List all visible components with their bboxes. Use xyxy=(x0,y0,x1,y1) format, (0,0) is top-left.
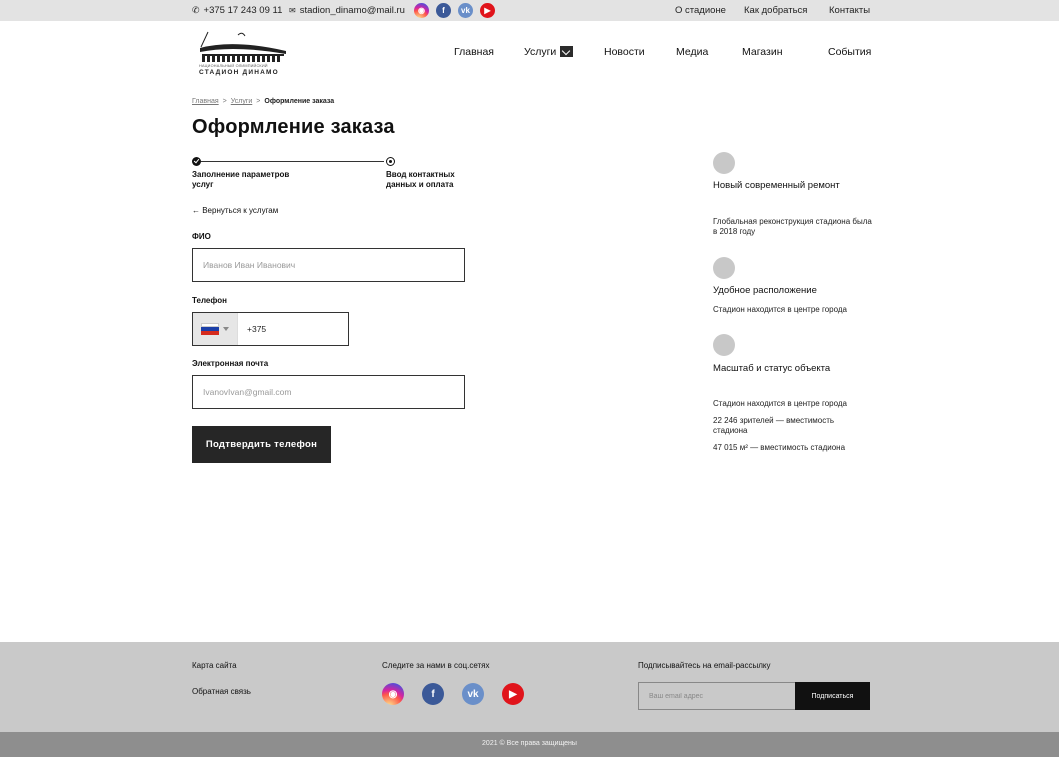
step-progress-line xyxy=(201,161,384,162)
nav-shop[interactable]: Магазин xyxy=(742,46,783,58)
nav-services-label: Услуги xyxy=(524,46,557,58)
top-social-links: ◉ f vk ▶ xyxy=(414,3,495,18)
nav-media[interactable]: Медиа xyxy=(676,46,708,58)
step-2-label: Ввод контактных данных и оплата xyxy=(386,170,455,189)
step-1-label[interactable]: Заполнение параметров услуг xyxy=(192,170,302,189)
email-field-wrapper xyxy=(192,375,465,409)
vk-icon[interactable]: vk xyxy=(462,683,484,705)
facebook-icon[interactable]: f xyxy=(436,3,451,18)
phone-icon: ✆ xyxy=(192,5,200,15)
nav-news[interactable]: Новости xyxy=(604,46,645,58)
logo-name: СТАДИОН ДИНАМО xyxy=(199,69,279,76)
russia-flag-icon xyxy=(201,323,219,335)
newsletter-email-input[interactable] xyxy=(639,683,795,709)
phone-field-wrapper xyxy=(192,312,349,346)
copyright-text: 2021 © Все права защищены xyxy=(482,740,577,747)
feature-text: Стадион находится в центре города xyxy=(713,305,847,314)
feature-text: 22 246 зрителей — вместимость стадиона xyxy=(713,416,835,435)
breadcrumb: Главная > Услуги > Оформление заказа xyxy=(192,98,334,105)
breadcrumb-current: Оформление заказа xyxy=(264,98,335,105)
email-label: Электронная почта xyxy=(192,359,269,368)
fio-label: ФИО xyxy=(192,232,211,241)
footer-sitemap-link[interactable]: Карта сайта xyxy=(192,661,237,670)
feature-icon-circle xyxy=(713,152,735,174)
youtube-icon[interactable]: ▶ xyxy=(480,3,495,18)
mail-icon: ✉ xyxy=(289,6,296,15)
feature-text: Стадион находится в центре города xyxy=(713,399,847,408)
feature-icon-circle xyxy=(713,334,735,356)
feature-icon-circle xyxy=(713,257,735,279)
email-input[interactable] xyxy=(193,376,464,408)
nav-services[interactable]: Услуги xyxy=(524,45,574,58)
fio-input[interactable] xyxy=(193,249,464,281)
fio-field-wrapper xyxy=(192,248,465,282)
phone-contact[interactable]: ✆ +375 17 243 09 11 xyxy=(192,5,282,16)
phone-label: Телефон xyxy=(192,296,227,305)
newsletter-email-wrapper xyxy=(638,682,796,710)
instagram-icon[interactable]: ◉ xyxy=(414,3,429,18)
feature-title: Удобное расположение xyxy=(713,285,817,296)
link-contacts[interactable]: Контакты xyxy=(829,5,870,16)
vk-icon[interactable]: vk xyxy=(458,3,473,18)
facebook-icon[interactable]: f xyxy=(422,683,444,705)
caret-down-icon xyxy=(223,327,229,331)
phone-number: +375 17 243 09 11 xyxy=(203,5,283,16)
step-active-radio-icon xyxy=(386,157,395,166)
chevron-down-icon[interactable] xyxy=(560,45,574,57)
feature-title: Масштаб и статус объекта xyxy=(713,363,831,374)
feature-text: Глобальная реконструкция стадиона была в… xyxy=(713,217,872,236)
top-bar: ✆ +375 17 243 09 11 ✉ stadion_dinamo@mai… xyxy=(0,0,1059,21)
subscribe-button[interactable]: Подписаться xyxy=(795,682,870,710)
email-address: stadion_dinamo@mail.ru xyxy=(299,5,405,16)
page-title: Оформление заказа xyxy=(192,116,395,138)
instagram-icon[interactable]: ◉ xyxy=(382,683,404,705)
breadcrumb-separator: > xyxy=(256,98,261,105)
breadcrumb-separator: > xyxy=(222,98,227,105)
breadcrumb-services[interactable]: Услуги xyxy=(231,98,253,105)
phone-input[interactable] xyxy=(238,313,348,345)
nav-home[interactable]: Главная xyxy=(454,46,494,58)
logo-subtitle: НАЦИОНАЛЬНЫЙ ОЛИМПИЙСКИЙ xyxy=(199,64,268,68)
feature-text: 47 015 м² — вместимость стадиона xyxy=(713,443,846,452)
feature-title: Новый современный ремонт xyxy=(713,180,840,191)
nav-events[interactable]: События xyxy=(828,46,871,58)
breadcrumb-home[interactable]: Главная xyxy=(192,98,219,105)
email-contact[interactable]: ✉ stadion_dinamo@mail.ru xyxy=(289,5,405,16)
link-directions[interactable]: Как добраться xyxy=(744,5,807,16)
footer-feedback-link[interactable]: Обратная связь xyxy=(192,687,251,696)
link-about-stadium[interactable]: О стадионе xyxy=(675,5,726,16)
youtube-icon[interactable]: ▶ xyxy=(502,683,524,705)
footer-subscribe-title: Подписывайтесь на email-рассылку xyxy=(638,661,771,670)
country-selector[interactable] xyxy=(193,313,238,345)
footer-social-links: ◉ f vk ▶ xyxy=(382,683,524,705)
back-to-services-link[interactable]: ← Вернуться к услугам xyxy=(192,206,278,215)
footer xyxy=(0,642,1059,732)
confirm-phone-button[interactable]: Подтвердить телефон xyxy=(192,426,331,463)
step-done-check-icon xyxy=(192,157,201,166)
footer-social-title: Следите за нами в соц.сетях xyxy=(382,661,490,670)
